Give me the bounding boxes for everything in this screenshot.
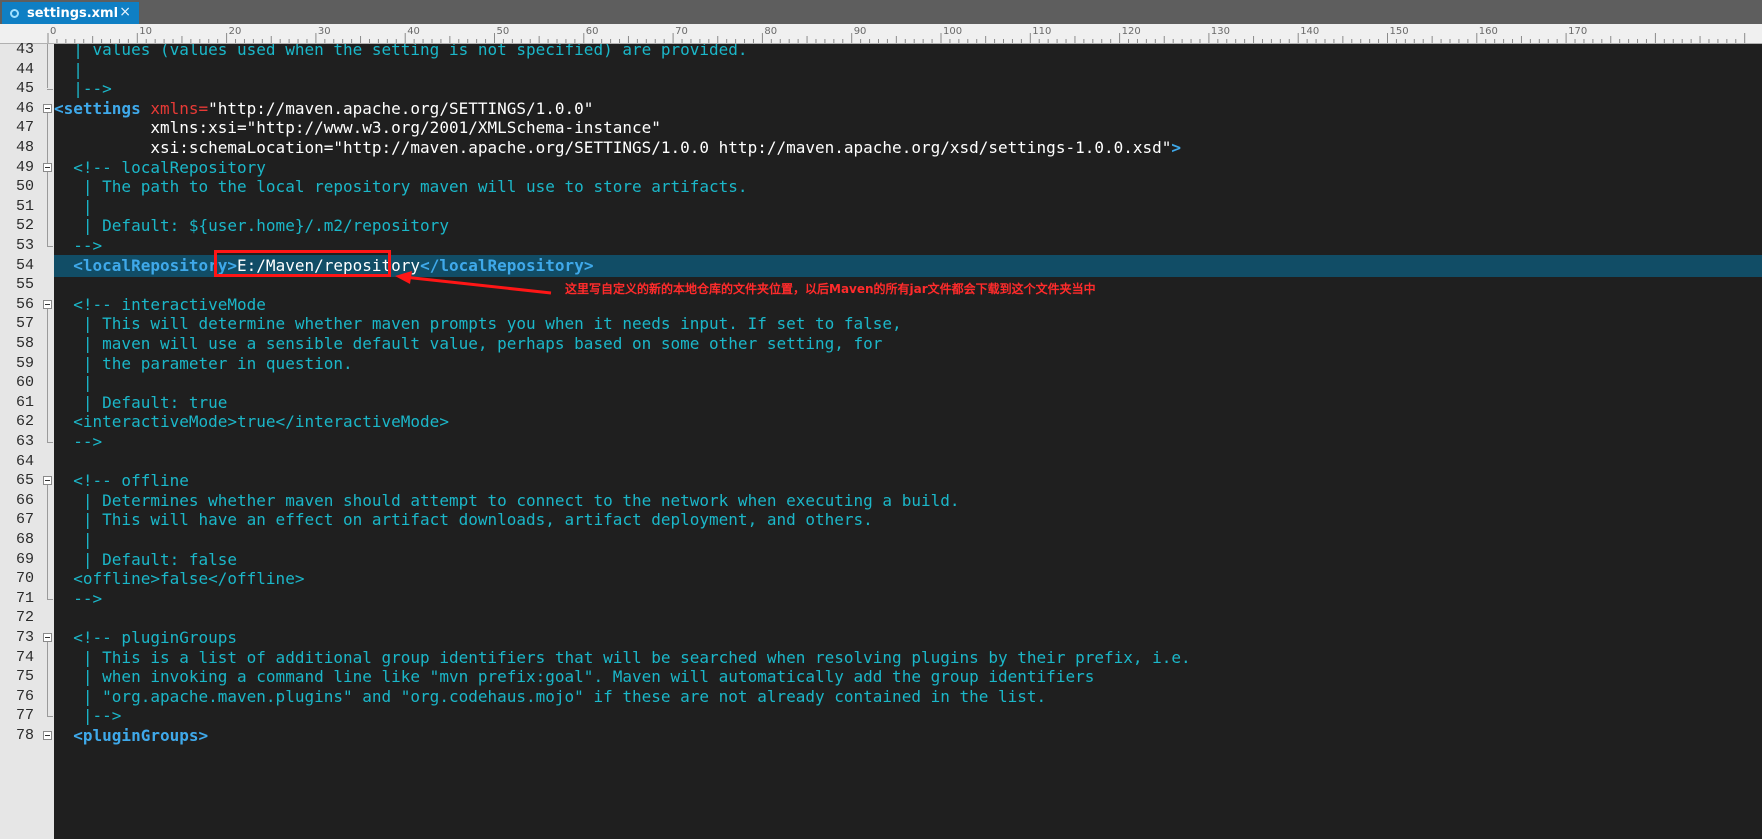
fold-toggle-icon[interactable]	[43, 103, 52, 113]
column-ruler: 0 10 20 30 40 50 60 70 80 90 100 110 120 130 140 150 160…	[0, 24, 1762, 44]
fold-guide	[47, 716, 53, 718]
code-token: <!-- pluginGroups	[54, 628, 238, 647]
fold-toggle-icon[interactable]	[43, 476, 52, 486]
code-token: |	[54, 530, 93, 549]
code-token: <!-- interactiveMode	[54, 294, 266, 314]
fold-toggle-icon[interactable]	[43, 162, 52, 172]
code-token: | values (values used when the setting i…	[54, 44, 748, 59]
ruler-label: 70	[675, 26, 688, 37]
ruler-label: 30	[318, 26, 331, 37]
ruler-label: 50	[497, 26, 510, 37]
highlight-box	[214, 250, 391, 277]
code-token: |	[54, 373, 93, 393]
ruler-label: 140	[1300, 26, 1319, 37]
fold-guide	[47, 44, 48, 89]
code-token: >	[1171, 138, 1182, 157]
tab-bar: settings.xml ×	[0, 0, 1762, 24]
code-token: | This will determine whether maven prom…	[54, 314, 902, 334]
code-token: | Default: ${user.home}/.m2/repository	[54, 216, 449, 236]
ruler-label: 110	[1032, 26, 1051, 37]
tab-title: settings.xml	[27, 5, 119, 21]
fold-toggle-icon[interactable]	[43, 299, 52, 309]
code-token: | "org.apache.maven.plugins" and "org.co…	[54, 686, 1047, 706]
fold-guide	[47, 246, 53, 247]
code-token: | The path to the local repository maven…	[54, 177, 748, 197]
ruler-label: 10	[139, 26, 152, 37]
code-token: xmlns:xsi="http://www.w3.org/2001/XMLSch…	[54, 118, 661, 138]
code-token: | Determines whether maven should attemp…	[54, 490, 960, 510]
close-icon[interactable]: ×	[119, 4, 131, 20]
annotation-text: 这里写自定义的新的本地仓库的文件夹位置，以后Maven的所有jar文件都会下载到…	[565, 282, 1096, 296]
code-token: -->	[54, 588, 103, 608]
code-token: | maven will use a sensible default valu…	[54, 334, 883, 353]
code-token: |-->	[54, 79, 112, 99]
ruler-label: 20	[229, 26, 242, 37]
code-token: <localRepository>	[54, 255, 238, 275]
fold-guide	[47, 171, 48, 246]
code-token: | the parameter in question.	[54, 353, 353, 373]
code-token: | Default: true	[54, 392, 228, 412]
code-editor[interactable]: | values (values used when the setting i…	[54, 44, 1762, 839]
code-token: -->	[54, 432, 103, 451]
code-token: |	[54, 59, 83, 79]
code-text: <pluginGroups>	[54, 725, 208, 747]
code-token: xsi:schemaLocation="http://maven.apache.…	[54, 138, 1172, 157]
ruler-label: 160	[1479, 26, 1498, 37]
fold-guide	[47, 485, 48, 599]
code-line[interactable]: <pluginGroups>	[54, 725, 1762, 747]
code-token: <settings	[54, 98, 151, 118]
code-token: xmlns=	[150, 98, 209, 118]
code-token: <interactiveMode>true</interactiveMode>	[54, 412, 449, 432]
code-token: |-->	[54, 706, 122, 726]
fold-guide	[47, 642, 48, 717]
code-token: |	[54, 196, 93, 216]
tab-settings-xml[interactable]: settings.xml ×	[2, 2, 139, 24]
code-token: | This will have an effect on artifact d…	[54, 510, 873, 530]
code-token: <pluginGroups>	[54, 726, 209, 745]
ruler-label: 60	[586, 26, 599, 37]
code-token: <offline>false</offline>	[54, 569, 305, 589]
ruler-label: 100	[943, 26, 962, 37]
line-number-gutter: 43 44 45 46 47 48 49 50 51 52 53 54 55 56 57 58 59 60 61 62…	[0, 41, 40, 839]
fold-guide	[47, 89, 53, 91]
code-token: </localRepository>	[420, 255, 594, 275]
code-token: | when invoking a command line like "mvn…	[54, 667, 1095, 687]
xml-file-icon	[10, 8, 19, 18]
code-token: "http://maven.apache.org/SETTINGS/1.0.0"	[208, 98, 594, 118]
ruler-ticks: 0 10 20 30 40 50 60 70 80 90 100 110 120 130 140 150 160…	[47, 26, 1746, 43]
code-token: <!-- offline	[54, 471, 189, 491]
fold-guide	[47, 308, 48, 442]
code-token: | This is a list of additional group ide…	[54, 647, 1191, 667]
fold-toggle-icon[interactable]	[43, 633, 52, 642]
ruler-label: 150	[1390, 26, 1409, 37]
fold-guide	[47, 598, 53, 600]
line-number: 78	[15, 727, 34, 744]
fold-guide	[47, 442, 53, 443]
ruler-label: 170	[1568, 26, 1587, 37]
code-token: -->	[54, 236, 103, 255]
ruler-label: 40	[407, 26, 420, 37]
ruler-label: 80	[764, 26, 777, 37]
code-token: <!-- localRepository	[54, 157, 266, 177]
ruler-label: 130	[1211, 26, 1230, 37]
code-token: | Default: false	[54, 549, 238, 569]
ruler-label: 120	[1122, 26, 1141, 37]
ruler-label: 0	[50, 26, 56, 37]
fold-toggle-icon[interactable]	[43, 731, 52, 740]
ruler-label: 90	[854, 26, 867, 37]
